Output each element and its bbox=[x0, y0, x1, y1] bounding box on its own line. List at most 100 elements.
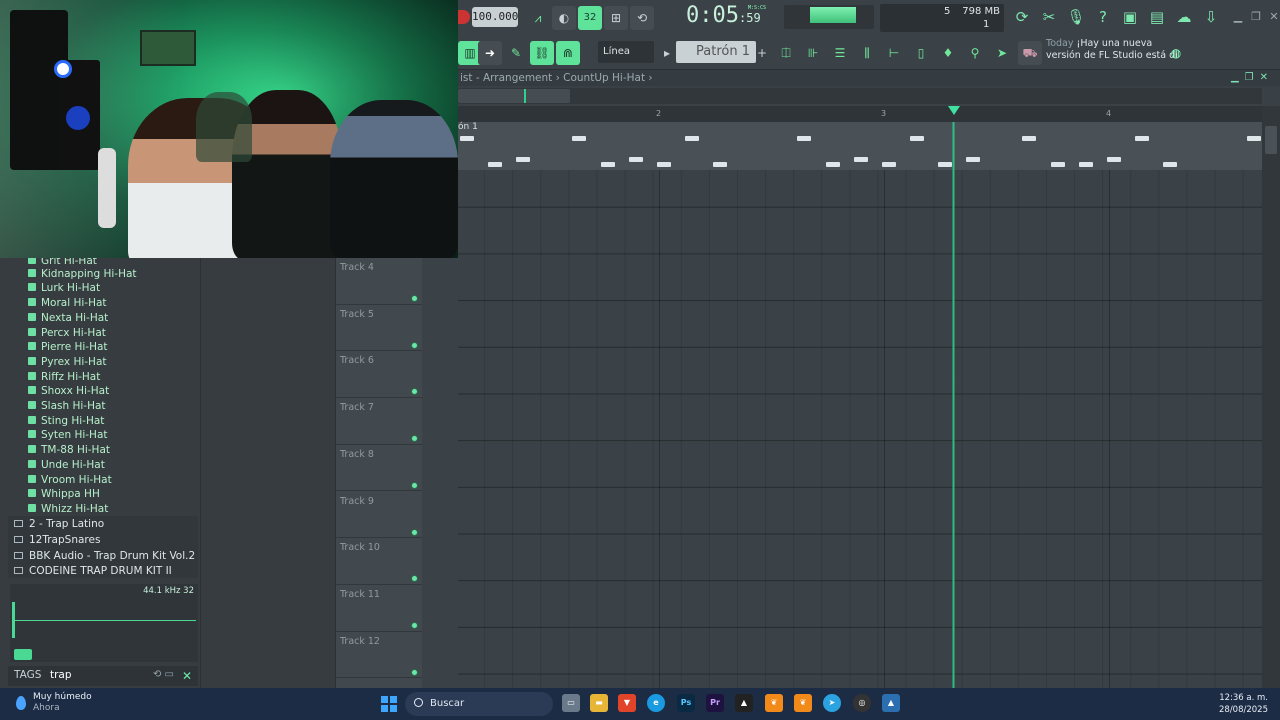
chat-icon[interactable]: ☁ bbox=[1172, 5, 1196, 29]
premiere-icon[interactable]: Pr bbox=[706, 694, 724, 712]
track-header[interactable]: Track 8 bbox=[336, 445, 422, 492]
telegram-icon[interactable]: ➤ bbox=[823, 694, 841, 712]
track-header[interactable]: Track 7 bbox=[336, 398, 422, 445]
track-enable-icon[interactable] bbox=[411, 575, 418, 583]
loop-record-icon[interactable]: ⟲ bbox=[630, 6, 654, 30]
playlist-grid[interactable] bbox=[458, 170, 1262, 688]
browser-folder[interactable]: 12TrapSnares bbox=[14, 532, 100, 548]
track-enable-icon[interactable] bbox=[411, 621, 418, 629]
touch-keyboard-icon[interactable]: ⚲ bbox=[963, 41, 987, 65]
clear-tags-icon[interactable]: ✕ bbox=[182, 669, 192, 683]
track-enable-icon[interactable] bbox=[411, 388, 418, 396]
browser-item[interactable]: Unde Hi-Hat bbox=[28, 458, 105, 473]
browser-icon[interactable]: ⊢ bbox=[882, 41, 906, 65]
sample-preview[interactable]: 44.1 kHz 32 bbox=[10, 584, 198, 662]
pattern-selector[interactable]: Patrón 1 bbox=[676, 41, 756, 63]
microphone-icon[interactable]: 🎙 bbox=[1064, 5, 1088, 29]
fl-studio-icon[interactable]: ❦ bbox=[765, 694, 783, 712]
browser-item[interactable]: Whippa HH bbox=[28, 487, 100, 502]
browser-item[interactable]: Lurk Hi-Hat bbox=[28, 281, 100, 296]
browser-item[interactable]: Slash Hi-Hat bbox=[28, 399, 106, 414]
browser-item[interactable]: Moral Hi-Hat bbox=[28, 296, 107, 311]
pattern-count-button[interactable]: 32 bbox=[578, 6, 602, 30]
add-pattern-icon[interactable]: + bbox=[756, 41, 768, 65]
tags-input[interactable]: trap bbox=[50, 669, 72, 681]
tutorial-icon[interactable]: ➤ bbox=[990, 41, 1014, 65]
track-header[interactable]: Track 5 bbox=[336, 305, 422, 352]
tempo-display[interactable]: 100.000 bbox=[472, 7, 518, 27]
browser-item[interactable]: Sting Hi-Hat bbox=[28, 414, 104, 429]
link-icon[interactable]: ⛓ bbox=[530, 41, 554, 65]
taskbar-search[interactable]: Buscar bbox=[405, 692, 553, 716]
undo-icon[interactable]: ⟳ bbox=[1010, 5, 1034, 29]
magnet-icon[interactable]: ⋒ bbox=[556, 41, 580, 65]
browser-item[interactable]: Pierre Hi-Hat bbox=[28, 340, 108, 355]
help-icon[interactable]: ? bbox=[1091, 5, 1115, 29]
browser-item[interactable]: Vroom Hi-Hat bbox=[28, 473, 112, 488]
track-header[interactable]: Track 4 bbox=[336, 258, 422, 305]
download-icon[interactable]: ⇩ bbox=[1199, 5, 1223, 29]
browser-item[interactable]: Nexta Hi-Hat bbox=[28, 311, 108, 326]
playlist-titlebar[interactable]: ist - Arrangement › CountUp Hi-Hat › ▁❐✕ bbox=[458, 70, 1280, 86]
browser-item[interactable]: Whizz Hi-Hat bbox=[28, 502, 108, 517]
track-header[interactable]: Track 6 bbox=[336, 351, 422, 399]
browser-item[interactable]: Percx Hi-Hat bbox=[28, 326, 106, 341]
track-header[interactable]: Track 10 bbox=[336, 538, 422, 585]
playlist-window-controls[interactable]: ▁❐✕ bbox=[1231, 70, 1274, 86]
browser-item[interactable]: Riffz Hi-Hat bbox=[28, 370, 100, 385]
brave-browser-icon[interactable]: ▼ bbox=[618, 694, 636, 712]
refresh-icon[interactable]: ⟲ ▭ bbox=[153, 669, 174, 680]
pattern-clip[interactable]: ón 1 bbox=[458, 122, 1262, 170]
track-enable-icon[interactable] bbox=[411, 668, 418, 676]
browser-item[interactable]: Kidnapping Hi-Hat bbox=[28, 267, 137, 282]
wait-record-icon[interactable]: ◐ bbox=[552, 6, 576, 30]
project-icon[interactable]: ▯ bbox=[909, 41, 933, 65]
playlist-vertical-scrollbar[interactable] bbox=[1262, 106, 1280, 688]
tag-filter[interactable]: TAGS trap ⟲ ▭ ✕ bbox=[8, 666, 198, 686]
track-enable-icon[interactable] bbox=[411, 528, 418, 536]
record-button[interactable] bbox=[458, 10, 470, 24]
fl-studio-alt-icon[interactable]: ❦ bbox=[794, 694, 812, 712]
browser-item[interactable]: TM-88 Hi-Hat bbox=[28, 443, 110, 458]
track-header[interactable]: Track 9 bbox=[336, 492, 422, 539]
mixer-icon[interactable]: ⫼ bbox=[855, 41, 879, 65]
browser-folder[interactable]: CODEINE TRAP DRUM KIT II bbox=[14, 563, 172, 575]
browser-item[interactable]: Pyrex Hi-Hat bbox=[28, 355, 107, 370]
save-icon[interactable]: ▣ bbox=[1118, 5, 1142, 29]
cart-icon[interactable]: ⛟ bbox=[1018, 41, 1042, 65]
track-header[interactable]: Track 12 bbox=[336, 632, 422, 679]
system-clock[interactable]: 12:36 a. m. 28/08/2025 bbox=[1219, 692, 1268, 716]
app-icon[interactable]: ▲ bbox=[882, 694, 900, 712]
playlist-icon[interactable]: ⎅ bbox=[774, 41, 798, 65]
globe-icon[interactable]: ◍ bbox=[1164, 41, 1188, 65]
snap-selector[interactable]: Línea bbox=[598, 41, 654, 63]
scroll-thumb[interactable] bbox=[1265, 126, 1277, 154]
file-explorer-icon[interactable]: ▬ bbox=[590, 694, 608, 712]
browser-folder[interactable]: 2 - Trap Latino bbox=[14, 516, 104, 532]
track-enable-icon[interactable] bbox=[411, 341, 418, 349]
piano-roll-window-icon[interactable]: ⊪ bbox=[801, 41, 825, 65]
track-enable-icon[interactable] bbox=[411, 295, 418, 302]
scroll-thumb[interactable] bbox=[458, 89, 570, 103]
photoshop-icon[interactable]: Ps bbox=[677, 694, 695, 712]
playhead-marker-icon[interactable] bbox=[948, 106, 960, 115]
preview-play-button[interactable] bbox=[14, 649, 32, 660]
windows-start-icon[interactable] bbox=[381, 696, 397, 712]
plugin-icon[interactable]: ♦ bbox=[936, 41, 960, 65]
pencil-icon[interactable]: ✎ bbox=[504, 41, 528, 65]
playlist-horizontal-scrollbar[interactable] bbox=[458, 88, 1262, 104]
save-new-icon[interactable]: ▤ bbox=[1145, 5, 1169, 29]
arrow-right-icon[interactable]: ➜ bbox=[478, 41, 502, 65]
cut-icon[interactable]: ✂ bbox=[1037, 5, 1061, 29]
task-view-icon[interactable]: ▭ bbox=[562, 694, 580, 712]
step-edit-icon[interactable]: ⊞ bbox=[604, 6, 628, 30]
app-icon[interactable]: ◎ bbox=[853, 694, 871, 712]
affinity-icon[interactable]: ▲ bbox=[735, 694, 753, 712]
close-icon[interactable]: ✕ bbox=[1262, 5, 1280, 29]
edge-browser-icon[interactable]: e bbox=[647, 694, 665, 712]
track-enable-icon[interactable] bbox=[411, 481, 418, 489]
browser-folder[interactable]: BBK Audio - Trap Drum Kit Vol.2 bbox=[14, 548, 195, 564]
song-time-display[interactable]: 0:05:59 M:S:CS bbox=[686, 3, 768, 33]
metronome-icon[interactable]: ⩘ bbox=[526, 6, 550, 30]
play-pattern-icon[interactable]: ▸ bbox=[660, 41, 674, 65]
